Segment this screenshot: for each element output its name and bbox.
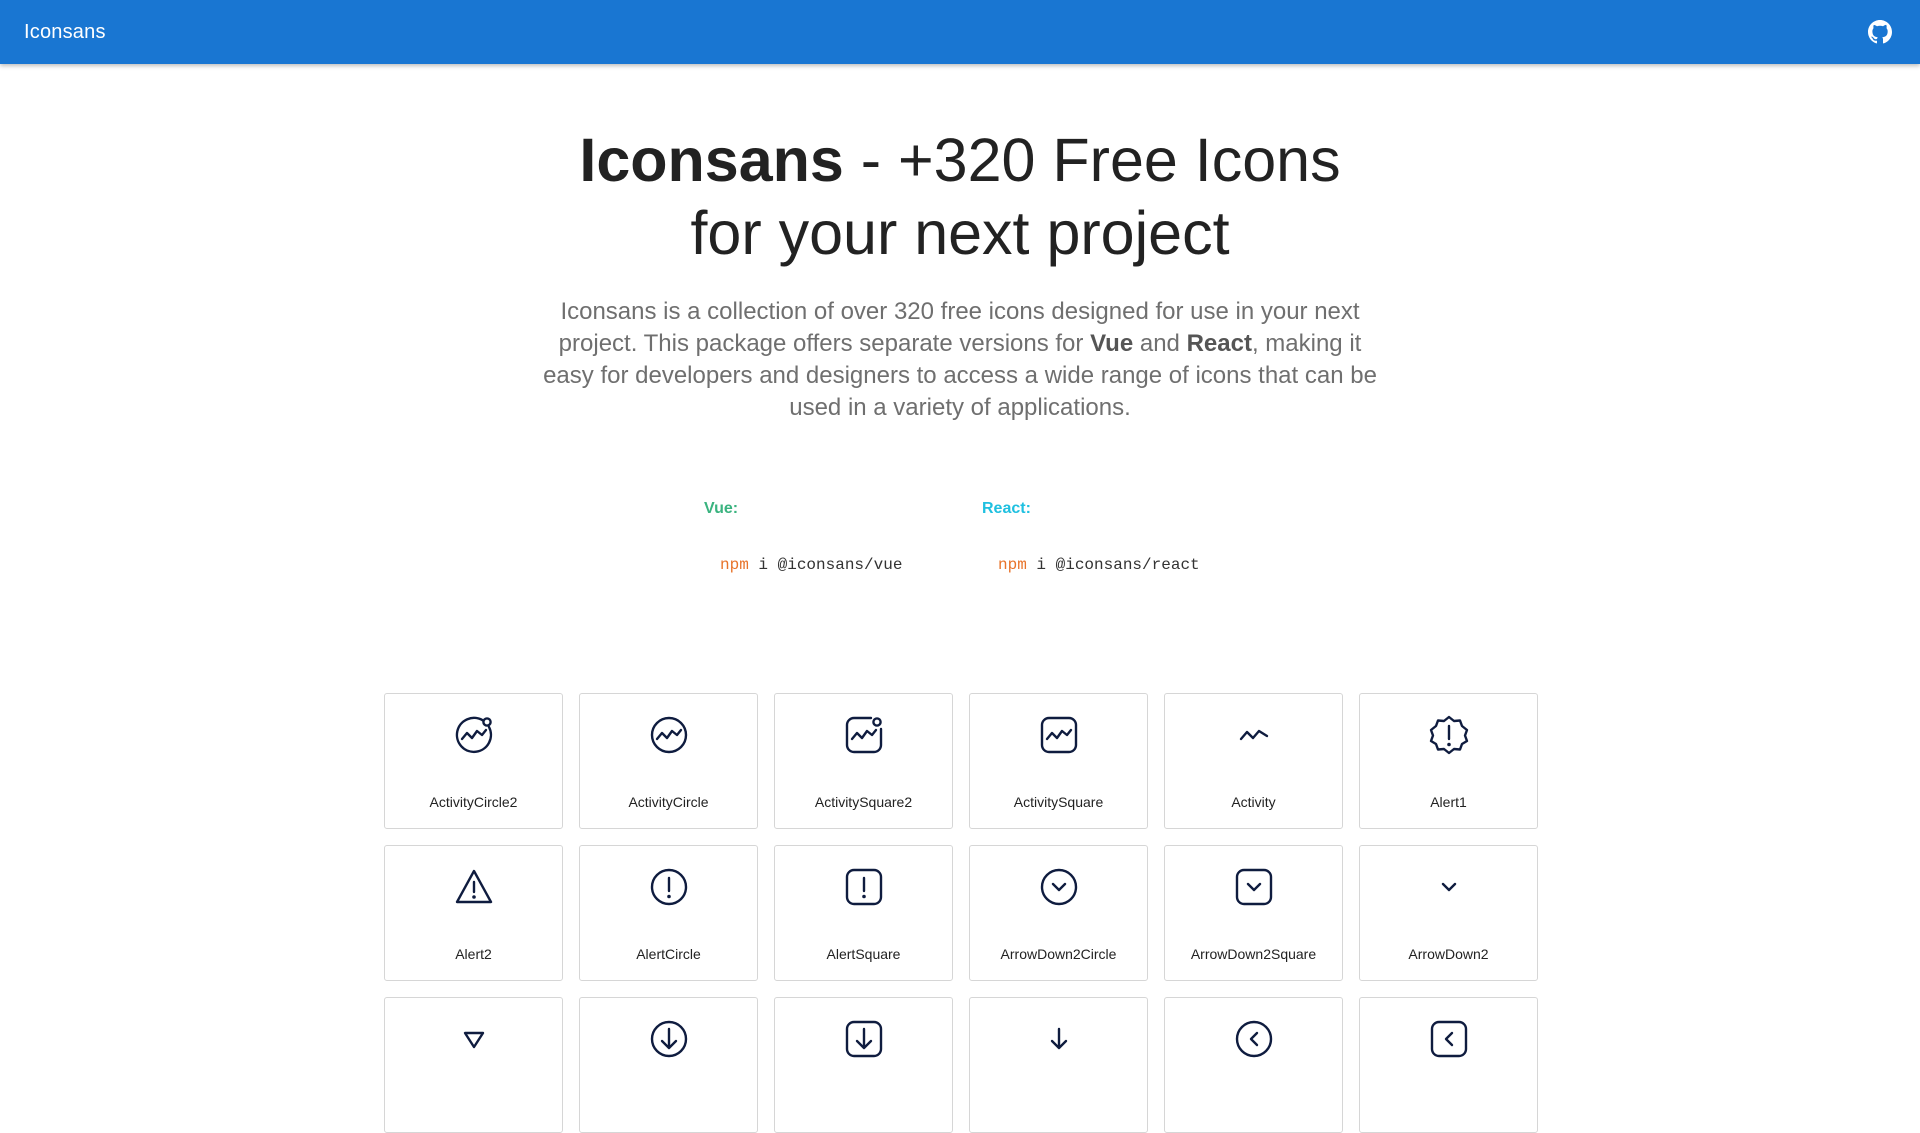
alert-circle-icon	[646, 864, 692, 910]
icon-card[interactable]: ArrowDown2Circle	[969, 845, 1148, 981]
icon-card[interactable]	[579, 997, 758, 1133]
react-label: React:	[982, 500, 1031, 517]
icon-grid: ActivityCircle2 ActivityCircle ActivitySqu…	[384, 693, 1538, 1133]
icon-card[interactable]: AlertSquare	[774, 845, 953, 981]
app-bar: Iconsans	[0, 0, 1920, 64]
icon-card-label: Activity	[1231, 794, 1276, 810]
react-install: React: npm i @iconsans/react	[982, 500, 1200, 574]
page-description: Iconsans is a collection of over 320 fre…	[543, 298, 1377, 421]
arrow-down-circle-icon	[646, 1016, 692, 1062]
vue-install-command[interactable]: npm i @iconsans/vue	[720, 556, 902, 574]
arrow-down-icon	[1036, 1016, 1082, 1062]
icon-card-label: AlertCircle	[636, 946, 701, 962]
github-icon[interactable]	[1866, 18, 1894, 46]
icon-card[interactable]: ArrowDown2Square	[1164, 845, 1343, 981]
icon-card-label: Alert2	[455, 946, 492, 962]
icon-card[interactable]: Alert1	[1359, 693, 1538, 829]
icon-card[interactable]: ActivitySquare	[969, 693, 1148, 829]
arrow-left-2-circle-icon	[1231, 1016, 1277, 1062]
icon-card[interactable]: Alert2	[384, 845, 563, 981]
icon-card-label: ActivityCircle	[628, 794, 709, 810]
icon-card[interactable]: ActivitySquare2	[774, 693, 953, 829]
arrow-down-2-icon	[1426, 864, 1472, 910]
icon-card[interactable]: ArrowDown2	[1359, 845, 1538, 981]
icon-card-label: ArrowDown2Square	[1190, 946, 1317, 962]
icon-card[interactable]	[384, 997, 563, 1133]
arrow-down-triangle-icon	[451, 1016, 497, 1062]
icon-card[interactable]	[969, 997, 1148, 1133]
vue-label: Vue:	[704, 500, 739, 517]
icon-card-label: AlertSquare	[826, 946, 901, 962]
alert-2-icon	[451, 864, 497, 910]
alert-1-icon	[1426, 712, 1472, 758]
activity-square-icon	[1036, 712, 1082, 758]
icon-card-label: Alert1	[1430, 794, 1467, 810]
react-install-command[interactable]: npm i @iconsans/react	[998, 556, 1200, 574]
arrow-left-2-square-icon	[1426, 1016, 1472, 1062]
page-title: Iconsans - +320 Free Icons for your next…	[579, 126, 1341, 267]
icon-card[interactable]: ActivityCircle2	[384, 693, 563, 829]
vue-install: Vue: npm i @iconsans/vue	[704, 500, 902, 574]
icon-card-label: ArrowDown2Circle	[1000, 946, 1117, 962]
icon-card[interactable]	[1164, 997, 1343, 1133]
arrow-down-square-icon	[841, 1016, 887, 1062]
activity-circle-icon	[646, 712, 692, 758]
icon-card[interactable]	[774, 997, 953, 1133]
icon-card-label: ActivitySquare	[1013, 794, 1104, 810]
app-title[interactable]: Iconsans	[24, 21, 1866, 44]
activity-icon	[1231, 712, 1277, 758]
icon-card[interactable]: Activity	[1164, 693, 1343, 829]
arrow-down-2-circle-icon	[1036, 864, 1082, 910]
arrow-down-2-square-icon	[1231, 864, 1277, 910]
alert-square-icon	[841, 864, 887, 910]
icon-card[interactable]: AlertCircle	[579, 845, 758, 981]
icon-card[interactable]: ActivityCircle	[579, 693, 758, 829]
icon-card-label: ActivitySquare2	[814, 794, 913, 810]
activity-square-2-icon	[841, 712, 887, 758]
icon-card-label: ArrowDown2	[1408, 946, 1489, 962]
icon-card[interactable]	[1359, 997, 1538, 1133]
activity-circle-2-icon	[451, 712, 497, 758]
hero: Iconsans - +320 Free Icons for your next…	[0, 124, 1920, 424]
icon-card-label: ActivityCircle2	[429, 794, 518, 810]
